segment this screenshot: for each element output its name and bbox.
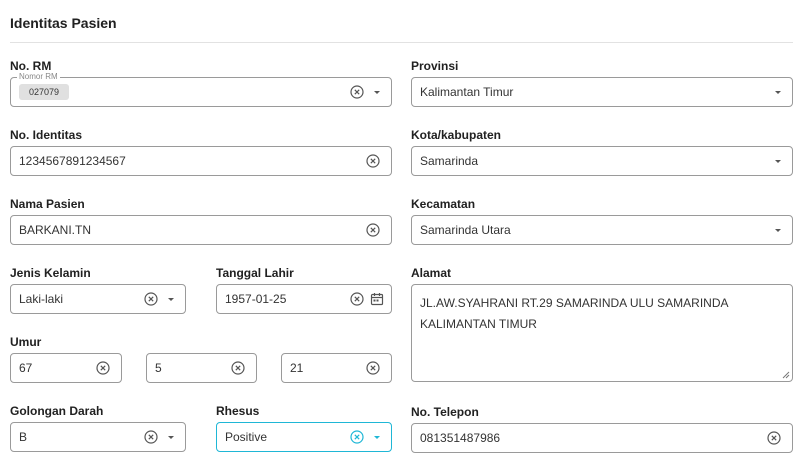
umur-hari-value: 21 (290, 361, 304, 375)
clear-icon[interactable] (766, 430, 782, 446)
rhesus-select[interactable]: Positive (216, 422, 392, 452)
kota-select[interactable]: Samarinda (411, 146, 793, 176)
clear-icon[interactable] (143, 291, 159, 307)
chevron-down-icon[interactable] (770, 84, 786, 100)
kecamatan-value: Samarinda Utara (420, 223, 511, 237)
telepon-label: No. Telepon (411, 405, 479, 419)
umur-tahun-input[interactable]: 67 (10, 353, 122, 383)
no-rm-chip: 027079 (19, 84, 70, 100)
no-rm-value-wrap: 027079 (19, 84, 349, 100)
clear-icon[interactable] (365, 222, 381, 238)
no-identitas-value: 1234567891234567 (19, 154, 126, 168)
umur-hari-input[interactable]: 21 (281, 353, 392, 383)
jenis-kelamin-label: Jenis Kelamin (10, 266, 91, 280)
golongan-darah-select[interactable]: B (10, 422, 186, 452)
tanggal-lahir-value: 1957-01-25 (225, 292, 287, 306)
calendar-icon[interactable] (369, 291, 385, 307)
chevron-down-icon[interactable] (770, 153, 786, 169)
provinsi-select[interactable]: Kalimantan Timur (411, 77, 793, 107)
nama-pasien-label: Nama Pasien (10, 197, 85, 211)
alamat-label: Alamat (411, 266, 452, 280)
no-identitas-label: No. Identitas (10, 128, 83, 142)
kecamatan-select[interactable]: Samarinda Utara (411, 215, 793, 245)
golongan-darah-label: Golongan Darah (10, 404, 104, 418)
umur-label: Umur (10, 335, 42, 349)
chevron-down-icon[interactable] (369, 429, 385, 445)
tanggal-lahir-label: Tanggal Lahir (216, 266, 294, 280)
clear-icon[interactable] (143, 429, 159, 445)
jenis-kelamin-value: Laki-laki (19, 292, 64, 306)
umur-bulan-input[interactable]: 5 (146, 353, 257, 383)
clear-icon[interactable] (95, 360, 111, 376)
alamat-value: JL.AW.SYAHRANI RT.29 SAMARINDA ULU SAMAR… (420, 296, 728, 331)
clear-icon[interactable] (349, 84, 365, 100)
clear-icon[interactable] (349, 429, 365, 445)
chevron-down-icon[interactable] (163, 291, 179, 307)
kecamatan-label: Kecamatan (411, 197, 476, 211)
umur-bulan-value: 5 (155, 361, 162, 375)
golongan-darah-value: B (19, 430, 28, 444)
kota-label: Kota/kabupaten (411, 128, 502, 142)
rhesus-value: Positive (225, 430, 268, 444)
chevron-down-icon[interactable] (369, 84, 385, 100)
no-identitas-input[interactable]: 1234567891234567 (10, 146, 392, 176)
clear-icon[interactable] (230, 360, 246, 376)
no-rm-select[interactable]: Nomor RM 027079 (10, 72, 392, 107)
clear-icon[interactable] (365, 360, 381, 376)
chevron-down-icon[interactable] (163, 429, 179, 445)
tanggal-lahir-input[interactable]: 1957-01-25 (216, 284, 392, 314)
jenis-kelamin-select[interactable]: Laki-laki (10, 284, 186, 314)
provinsi-label: Provinsi (411, 59, 459, 73)
section-title: Identitas Pasien (10, 15, 117, 31)
telepon-value: 081351487986 (420, 431, 501, 445)
nama-pasien-input[interactable]: BARKANI.TN (10, 215, 392, 245)
provinsi-value: Kalimantan Timur (420, 85, 514, 99)
nama-pasien-value: BARKANI.TN (19, 223, 92, 237)
rhesus-label: Rhesus (216, 404, 260, 418)
clear-icon[interactable] (349, 291, 365, 307)
chevron-down-icon[interactable] (770, 222, 786, 238)
no-rm-legend: Nomor RM (17, 72, 60, 82)
kota-value: Samarinda (420, 154, 479, 168)
clear-icon[interactable] (365, 153, 381, 169)
resize-handle-icon[interactable] (782, 371, 790, 379)
no-rm-label: No. RM (10, 59, 52, 73)
alamat-textarea[interactable]: JL.AW.SYAHRANI RT.29 SAMARINDA ULU SAMAR… (411, 284, 793, 382)
umur-tahun-value: 67 (19, 361, 33, 375)
section-divider (10, 42, 793, 43)
telepon-input[interactable]: 081351487986 (411, 423, 793, 453)
